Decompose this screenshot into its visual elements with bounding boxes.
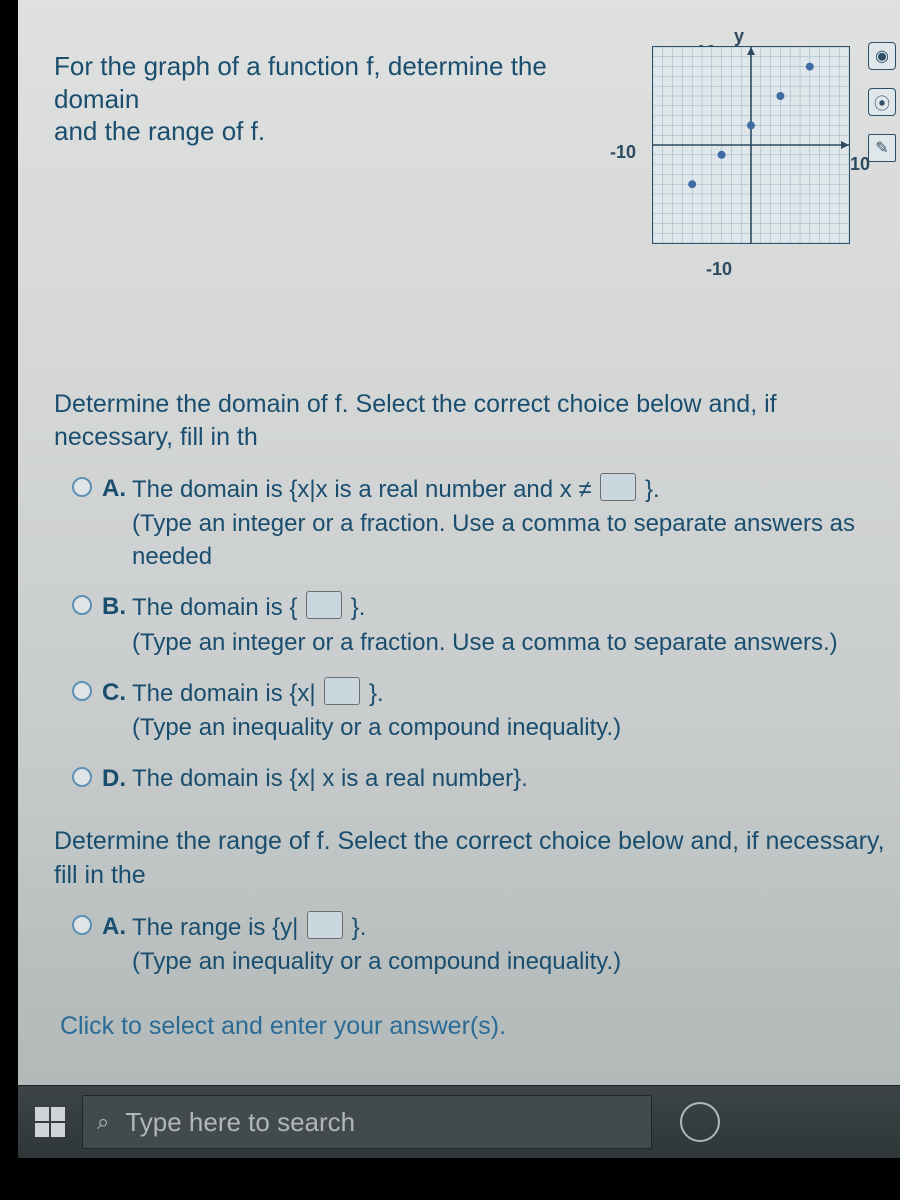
taskbar-search[interactable]: ⌕ Type here to search: [82, 1095, 652, 1149]
opt-text-before: The domain is {: [132, 594, 297, 621]
graph-panel: y 10 x -10 10 -10: [636, 46, 866, 276]
option-label: C.: [102, 677, 132, 709]
radio-domain-b[interactable]: [72, 595, 92, 615]
prompt-line-2: and the range of f.: [54, 116, 265, 146]
option-hint: (Type an inequality or a compound inequa…: [132, 712, 900, 744]
search-placeholder: Type here to search: [125, 1107, 355, 1138]
opt-text-after: }.: [645, 476, 660, 503]
range-option-a[interactable]: A. The range is {y| }. (Type an inequali…: [72, 911, 900, 979]
opt-text-after: }.: [369, 680, 384, 707]
radio-domain-d[interactable]: [72, 767, 92, 787]
opt-text-after: }.: [351, 594, 366, 621]
radio-domain-c[interactable]: [72, 681, 92, 701]
domain-heading: Determine the domain of f. Select the co…: [54, 388, 900, 456]
question-content: For the graph of a function f, determine…: [18, 0, 900, 1200]
x-max-label: 10: [850, 154, 870, 175]
domain-option-c[interactable]: C. The domain is {x| }. (Type an inequal…: [72, 677, 900, 745]
opt-text: The domain is {x| x is a real number}.: [132, 765, 528, 792]
option-hint: (Type an integer or a fraction. Use a co…: [132, 508, 900, 573]
option-label: D.: [102, 763, 132, 795]
option-body: The range is {y| }. (Type an inequality …: [132, 911, 900, 979]
monitor-bezel-left: [0, 0, 18, 1200]
windows-taskbar: ⌕ Type here to search: [18, 1085, 900, 1158]
range-heading: Determine the range of f. Select the cor…: [54, 825, 900, 893]
option-label: A.: [102, 473, 132, 505]
y-min-label: -10: [706, 259, 732, 280]
zoom-out-button[interactable]: ⦿: [868, 88, 896, 116]
option-label: B.: [102, 591, 132, 623]
graph-toolbar: ◉ ⦿ ✎: [868, 42, 896, 162]
search-icon: ⌕: [97, 1109, 109, 1135]
x-min-label: -10: [610, 142, 636, 163]
radio-range-a[interactable]: [72, 915, 92, 935]
y-axis-label: y: [734, 26, 744, 47]
footer-help[interactable]: Click to select and enter your answer(s)…: [60, 1012, 900, 1041]
domain-option-b[interactable]: B. The domain is { }. (Type an integer o…: [72, 591, 900, 659]
cortana-button[interactable]: [680, 1102, 720, 1142]
radio-domain-a[interactable]: [72, 477, 92, 497]
monitor-bezel-bottom: [0, 1158, 900, 1200]
windows-logo-icon: [35, 1107, 65, 1137]
option-hint: (Type an integer or a fraction. Use a co…: [132, 627, 900, 659]
answer-blank[interactable]: [324, 677, 360, 705]
edit-graph-button[interactable]: ✎: [868, 134, 896, 162]
opt-text-before: The domain is {x|x is a real number and …: [132, 476, 592, 503]
question-prompt: For the graph of a function f, determine…: [54, 50, 594, 148]
option-body: The domain is { }. (Type an integer or a…: [132, 591, 900, 659]
start-button[interactable]: [18, 1086, 82, 1158]
domain-option-d[interactable]: D. The domain is {x| x is a real number}…: [72, 763, 900, 795]
answer-blank[interactable]: [307, 911, 343, 939]
option-body: The domain is {x| x is a real number}.: [132, 763, 900, 795]
option-body: The domain is {x| }. (Type an inequality…: [132, 677, 900, 745]
opt-text-before: The range is {y|: [132, 914, 298, 941]
opt-text-after: }.: [352, 914, 367, 941]
prompt-line-1: For the graph of a function f, determine…: [54, 51, 547, 114]
answer-blank[interactable]: [600, 473, 636, 501]
domain-option-a[interactable]: A. The domain is {x|x is a real number a…: [72, 473, 900, 573]
zoom-in-button[interactable]: ◉: [868, 42, 896, 70]
opt-text-before: The domain is {x|: [132, 680, 316, 707]
answer-blank[interactable]: [306, 591, 342, 619]
option-body: The domain is {x|x is a real number and …: [132, 473, 900, 573]
option-label: A.: [102, 911, 132, 943]
graph-plot[interactable]: [652, 46, 850, 244]
option-hint: (Type an inequality or a compound inequa…: [132, 946, 900, 978]
